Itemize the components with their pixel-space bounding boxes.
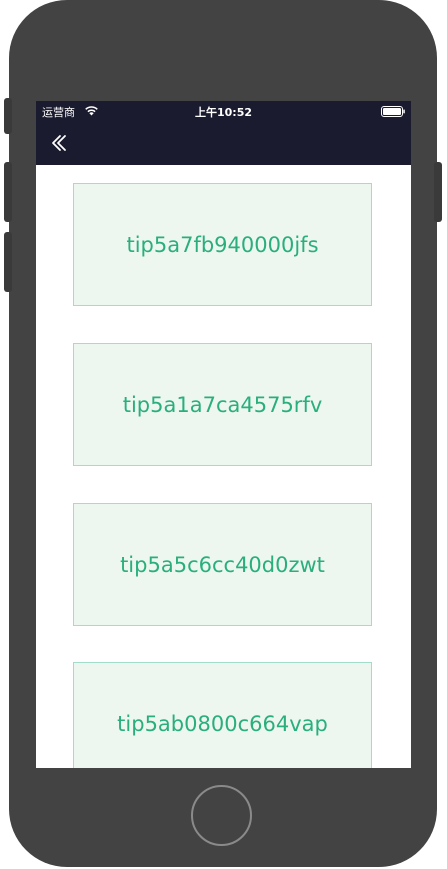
tip-label: tip5ab0800c664vap [117,711,328,736]
tip-card[interactable]: tip5a7fb940000jfs [73,183,372,306]
tip-label: tip5a1a7ca4575rfv [122,392,323,417]
power-button [434,162,442,222]
status-bar: 运营商 上午10:52 [36,101,411,121]
screen: 运营商 上午10:52 tip5a7fb940000jfs tip5a1a7ca… [36,101,411,768]
tip-label: tip5a5c6cc40d0zwt [120,552,325,577]
navigation-bar [36,121,411,165]
tip-card[interactable]: tip5ab0800c664vap [73,662,372,768]
tip-card[interactable]: tip5a5c6cc40d0zwt [73,503,372,626]
back-button[interactable] [48,129,72,157]
volume-down-button [4,232,12,292]
volume-up-button [4,162,12,222]
double-chevron-left-icon [52,135,66,151]
battery-icon [381,106,405,117]
tip-card[interactable]: tip5a1a7ca4575rfv [73,343,372,466]
status-time: 上午10:52 [194,106,252,119]
tip-label: tip5a7fb940000jfs [126,232,319,257]
home-button[interactable] [191,785,252,846]
tip-list[interactable]: tip5a7fb940000jfs tip5a1a7ca4575rfv tip5… [36,165,411,768]
silent-switch [4,98,12,134]
